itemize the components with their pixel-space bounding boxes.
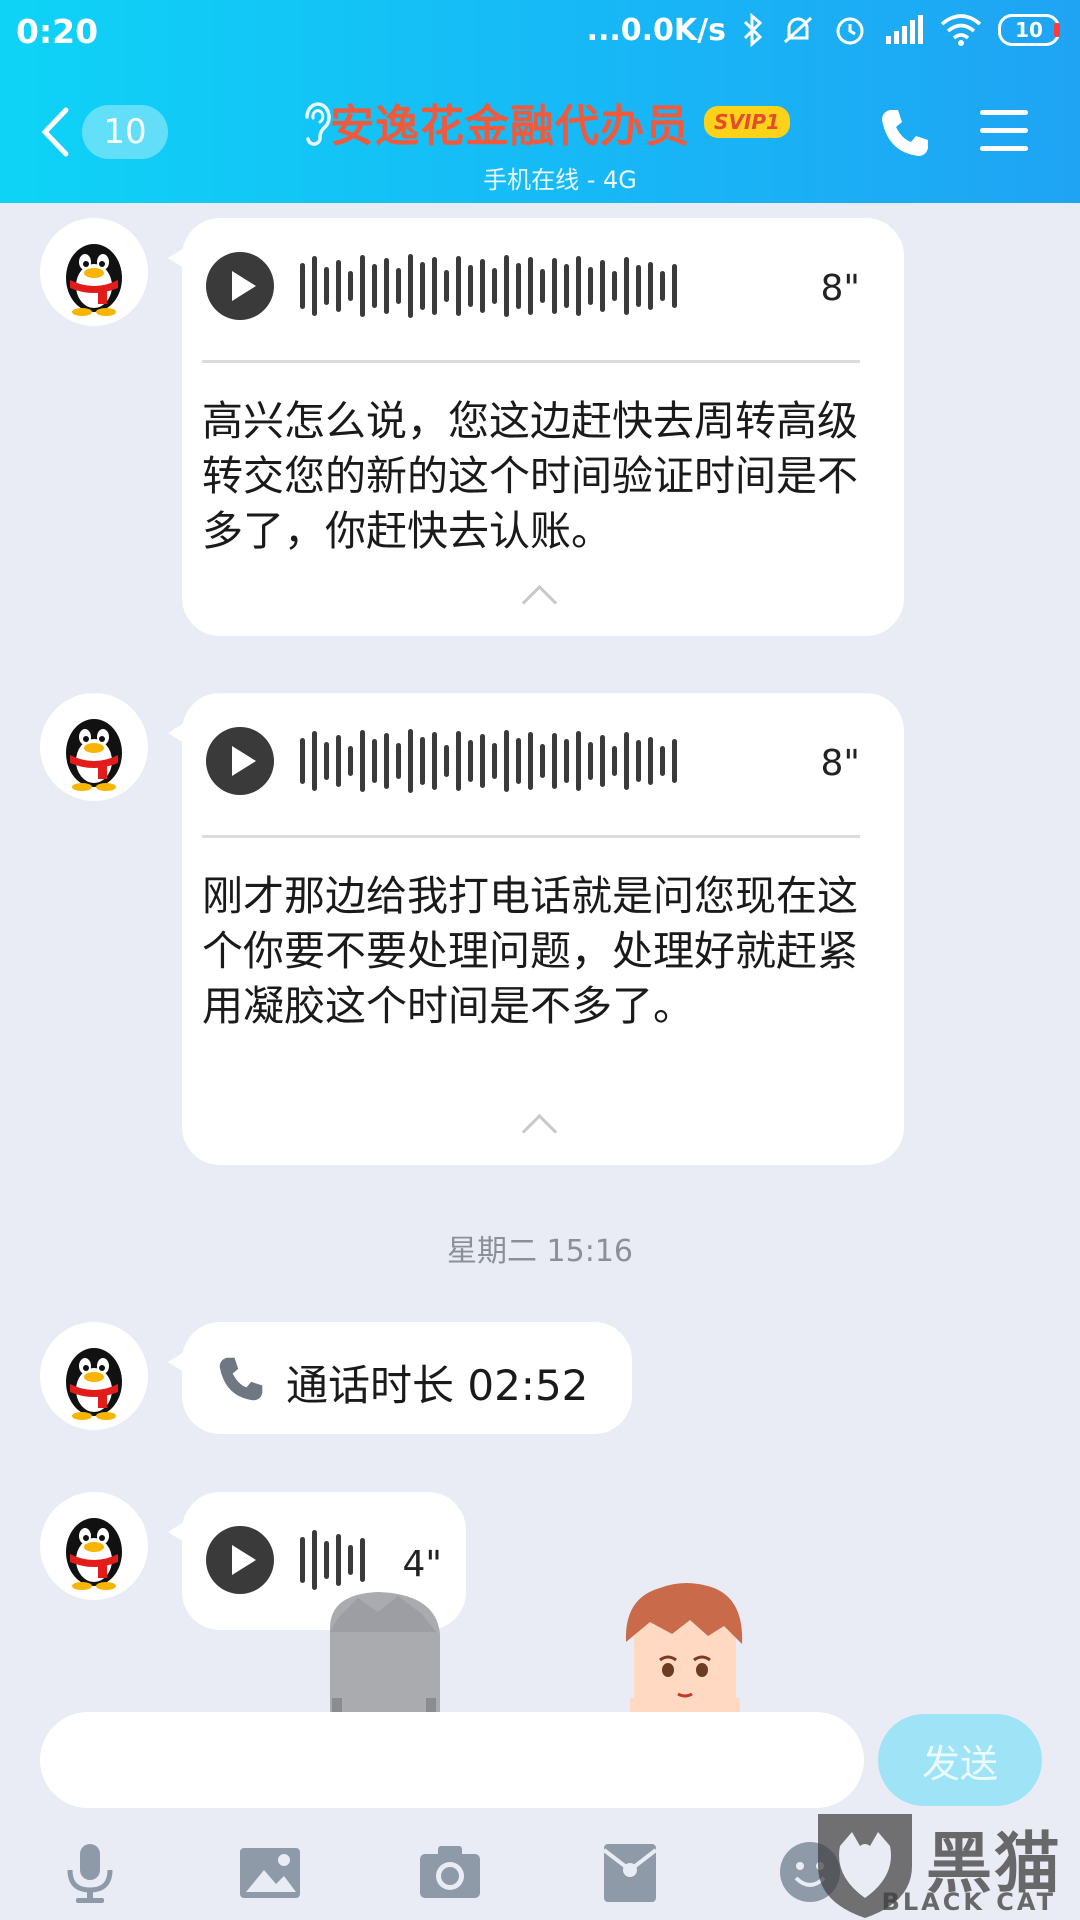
camera-icon[interactable] [418,1840,482,1904]
penguin-avatar-icon [66,1348,122,1420]
chat-header: 0:20 ...0.0K/s 10 10 安逸花金融代办员 SVIP1 手机在线… [0,0,1080,203]
divider [202,835,860,838]
call-duration-text: 通话时长 02:52 [286,1361,589,1410]
message-timestamp: 星期二 15:16 [447,1234,633,1269]
voice-duration: 8" [820,743,860,784]
gray-character-sticker [330,1592,440,1712]
voice-message-bubble[interactable]: 8" 刚才那边给我打电话就是问您现在这个你要不要处理问题，处理好就赶紧用凝胶这个… [168,693,904,1165]
send-button[interactable]: 发送 [878,1714,1042,1806]
online-status: 手机在线 - 4G [483,166,637,194]
avatar[interactable] [40,218,148,326]
collapse-chevron-icon[interactable] [521,584,558,621]
alarm-icon [836,17,864,45]
voice-duration: 4" [402,1544,442,1585]
voice-duration: 8" [820,268,860,309]
chat-title-area[interactable]: 安逸花金融代办员 SVIP1 手机在线 - 4G [300,90,820,195]
divider [202,360,860,363]
avatar[interactable] [40,693,148,801]
menu-line [980,128,1028,133]
boy-character-sticker [625,1583,743,1712]
voice-transcript: 刚才那边给我打电话就是问您现在这个你要不要处理问题，处理好就赶紧用凝胶这个时间是… [202,872,858,1030]
image-icon[interactable] [238,1840,302,1904]
red-packet-icon[interactable] [598,1840,662,1904]
svip-badge: SVIP1 [704,106,790,138]
black-cat-watermark: 黑猫 BLACK CAT [810,1806,1080,1920]
avatar[interactable] [40,1322,148,1430]
status-time: 0:20 [16,12,99,51]
penguin-avatar-icon [66,719,122,791]
unread-count-badge: 10 [82,105,168,159]
nav-bar: 10 安逸花金融代办员 SVIP1 手机在线 - 4G [0,66,1080,203]
voice-transcript: 高兴怎么说，您这边赶快去周转高级转交您的新的这个时间验证时间是不多了，你赶快去认… [202,397,858,555]
voice-waveform [300,1526,365,1594]
bluetooth-icon [743,13,763,47]
status-bar: 0:20 ...0.0K/s 10 [0,0,1080,66]
voice-waveform [300,252,677,320]
battery-indicator: 10 [998,14,1060,46]
play-button[interactable] [206,727,274,795]
wifi-icon [940,14,982,46]
play-button[interactable] [206,252,274,320]
call-record-bubble[interactable]: 通话时长 02:52 [168,1322,632,1434]
mute-bell-icon [783,16,813,44]
message-input[interactable] [40,1712,864,1808]
network-speed: ...0.0K/s [586,12,726,48]
chevron-left-icon [41,107,69,157]
collapse-chevron-icon[interactable] [521,1113,558,1150]
phone-icon [219,1357,263,1401]
page-title: 安逸花金融代办员 [330,101,691,152]
voice-message-bubble[interactable]: 8" 高兴怎么说，您这边赶快去周转高级转交您的新的这个时间验证时间是不多了，你赶… [168,218,904,636]
microphone-icon[interactable] [58,1840,122,1904]
menu-line [980,110,1028,115]
penguin-avatar-icon [66,1518,122,1590]
menu-line [980,146,1028,151]
menu-button[interactable] [980,110,1028,164]
back-button[interactable]: 10 [40,102,180,162]
phone-icon[interactable] [878,106,932,160]
watermark-subtext: BLACK CAT [881,1888,1056,1916]
play-button[interactable] [206,1526,274,1594]
status-icons: ...0.0K/s 10 [587,12,1060,48]
voice-waveform [300,727,677,795]
signal-icon [886,15,923,44]
avatar[interactable] [40,1492,148,1600]
penguin-avatar-icon [66,244,122,316]
